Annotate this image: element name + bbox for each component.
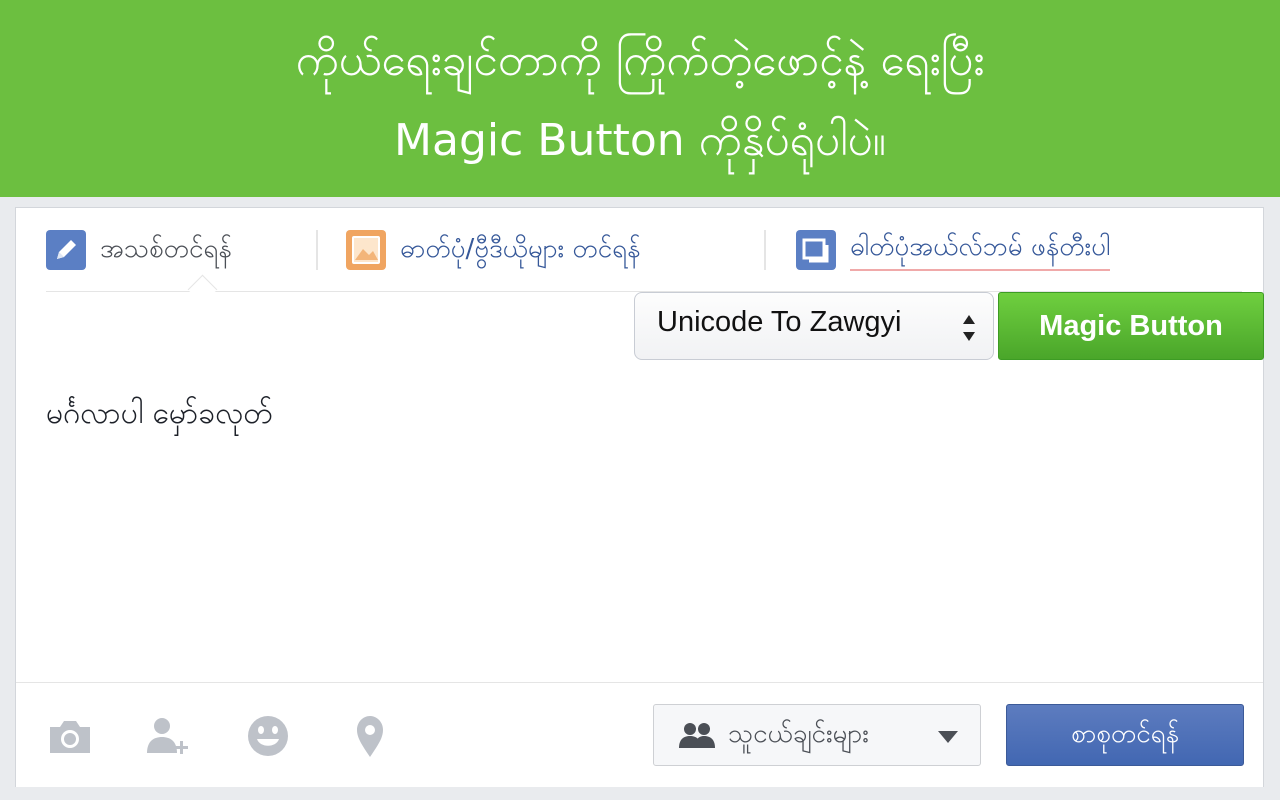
- photo-icon: [346, 230, 386, 270]
- select-arrows-icon: [963, 315, 975, 341]
- composer-footer: သူငယ်ချင်းများ စာစုတင်ရန်: [16, 682, 1263, 787]
- composer-tabs: အသစ်တင်ရန် ဓာတ်ပုံ/ဗွီဒီယိုများ တင်ရန် ဓ…: [46, 208, 1242, 305]
- tab-create-album[interactable]: ဓါတ်ပုံအယ်လ်ဘမ် ဖန်တီးပါ: [796, 229, 1111, 271]
- tab-photo-video[interactable]: ဓာတ်ပုံ/ဗွီဒီယိုများ တင်ရန်: [346, 230, 641, 270]
- tab-create-album-label: ဓါတ်ပုံအယ်လ်ဘမ် ဖန်တီးပါ: [850, 229, 1111, 271]
- emoji-icon[interactable]: [244, 713, 292, 759]
- conversion-mode-value: Unicode To Zawgyi: [657, 306, 902, 338]
- post-button[interactable]: စာစုတင်ရန်: [1006, 704, 1244, 766]
- audience-label: သူငယ်ချင်းများ: [728, 719, 869, 749]
- audience-selector[interactable]: သူငယ်ချင်းများ: [653, 704, 981, 766]
- tab-status[interactable]: အသစ်တင်ရန်: [46, 230, 232, 270]
- location-icon[interactable]: [346, 713, 394, 759]
- magic-button[interactable]: Magic Button: [998, 292, 1264, 360]
- post-composer: အသစ်တင်ရန် ဓာတ်ပုံ/ဗွီဒီယိုများ တင်ရန် ဓ…: [15, 207, 1264, 787]
- banner-subheadline: Magic Button ကိုနှိပ်ရုံပါပဲ။: [394, 115, 886, 166]
- promo-banner: ကိုယ်ရေးချင်တာကို ကြိုက်တဲ့ဖောင့်နဲ့ ရေး…: [0, 0, 1280, 197]
- active-tab-caret: [187, 274, 218, 305]
- album-icon: [796, 230, 836, 270]
- friends-icon: [679, 723, 715, 748]
- conversion-mode-select[interactable]: Unicode To Zawgyi: [634, 292, 994, 360]
- tab-divider: [316, 230, 318, 270]
- tab-photo-video-label: ဓာတ်ပုံ/ဗွီဒီယိုများ တင်ရန်: [400, 233, 641, 264]
- chevron-down-icon: [938, 731, 958, 743]
- tab-divider: [764, 230, 766, 270]
- post-text-editor[interactable]: မင်္ဂလာပါ မှော်ခလုတ်: [46, 393, 273, 438]
- pencil-icon: [46, 230, 86, 270]
- camera-icon[interactable]: [46, 713, 94, 759]
- tag-friends-icon[interactable]: [144, 713, 192, 759]
- tab-status-label: အသစ်တင်ရန်: [100, 233, 232, 264]
- banner-headline: ကိုယ်ရေးချင်တာကို ကြိုက်တဲ့ဖောင့်နဲ့ ရေး…: [295, 35, 985, 86]
